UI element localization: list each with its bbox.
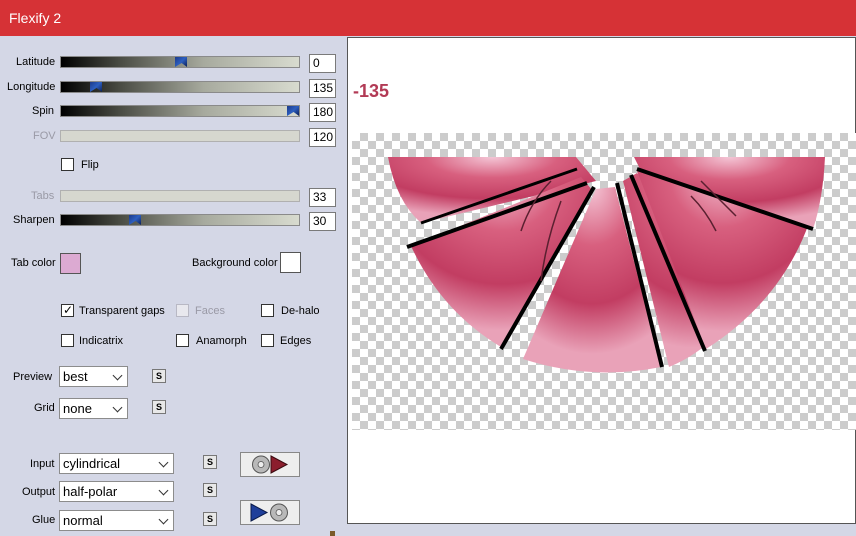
- latitude-label: Latitude: [16, 56, 56, 68]
- indicatrix-label: Indicatrix: [79, 335, 124, 347]
- latitude-slider-thumb[interactable]: [175, 57, 187, 67]
- sharpen-slider[interactable]: [60, 214, 300, 226]
- link-icon[interactable]: S: [203, 512, 217, 526]
- flip-checkbox[interactable]: [61, 158, 74, 171]
- transparent-gaps-checkbox[interactable]: ✓: [61, 303, 74, 317]
- output-select[interactable]: half-polar: [59, 481, 174, 502]
- link-icon[interactable]: S: [203, 455, 217, 469]
- tab-color-label: Tab color: [11, 257, 56, 269]
- tabs-slider: [60, 190, 300, 202]
- background-color-label: Background color: [192, 257, 278, 269]
- link-icon[interactable]: S: [152, 369, 166, 383]
- glue-select[interactable]: normal: [59, 510, 174, 531]
- grid-select[interactable]: none: [59, 398, 128, 419]
- input-label: Input: [30, 458, 55, 470]
- flip-label: Flip: [81, 159, 99, 171]
- tabs-label: Tabs: [31, 190, 55, 202]
- checkmark-icon: ✓: [63, 303, 74, 317]
- longitude-slider-thumb[interactable]: [90, 82, 102, 92]
- spin-slider[interactable]: [60, 105, 300, 117]
- preview-panel[interactable]: -135: [347, 37, 856, 524]
- preview-select[interactable]: best: [59, 366, 128, 387]
- background-color-swatch[interactable]: [280, 252, 301, 273]
- longitude-label: Longitude: [7, 81, 56, 93]
- preview-image: [388, 157, 825, 373]
- input-select[interactable]: cylindrical: [59, 453, 174, 474]
- anamorph-checkbox[interactable]: [176, 334, 189, 347]
- spin-value-field[interactable]: 180: [309, 103, 336, 122]
- chevron-down-icon: [112, 402, 123, 413]
- tab-color-swatch[interactable]: [60, 253, 81, 274]
- faces-checkbox: [176, 304, 189, 317]
- glue-label: Glue: [32, 514, 56, 526]
- glue-select-value: normal: [63, 513, 103, 528]
- input-select-value: cylindrical: [63, 456, 121, 471]
- fov-label: FOV: [33, 130, 56, 142]
- chevron-down-icon: [158, 485, 169, 496]
- chevron-down-icon: [112, 370, 123, 381]
- de-halo-label: De-halo: [281, 305, 320, 317]
- chevron-down-icon: [158, 514, 169, 525]
- edges-label: Edges: [280, 335, 312, 347]
- output-preset-button[interactable]: [240, 500, 300, 525]
- grid-select-value: none: [63, 401, 92, 416]
- latitude-value-field[interactable]: 0: [309, 54, 336, 73]
- transparency-checkerboard: [352, 133, 856, 430]
- preview-select-value: best: [63, 369, 88, 384]
- tabs-value-field[interactable]: 33: [309, 188, 336, 207]
- disc-play-icon: [252, 455, 289, 474]
- sharpen-label: Sharpen: [13, 214, 55, 226]
- faces-label: Faces: [195, 305, 225, 317]
- sharpen-value-field[interactable]: 30: [309, 212, 336, 231]
- title-bar: Flexify 2: [0, 0, 856, 36]
- output-select-value: half-polar: [63, 484, 118, 499]
- play-disc-icon: [250, 503, 288, 522]
- latitude-slider[interactable]: [60, 56, 300, 68]
- spin-label: Spin: [32, 105, 55, 117]
- fov-value-field[interactable]: 120: [309, 128, 336, 147]
- fov-slider: [60, 130, 300, 142]
- indicatrix-checkbox[interactable]: [61, 334, 74, 347]
- anamorph-label: Anamorph: [196, 335, 247, 347]
- sharpen-slider-thumb[interactable]: [129, 215, 141, 225]
- de-halo-checkbox[interactable]: [261, 304, 274, 317]
- spin-slider-thumb[interactable]: [287, 106, 299, 116]
- output-label: Output: [22, 486, 56, 498]
- longitude-value-field[interactable]: 135: [309, 79, 336, 98]
- grid-label: Grid: [34, 402, 55, 414]
- preview-label: Preview: [13, 371, 53, 383]
- chevron-down-icon: [158, 457, 169, 468]
- window-title: Flexify 2: [9, 10, 62, 26]
- link-icon[interactable]: S: [152, 400, 166, 414]
- longitude-slider[interactable]: [60, 81, 300, 93]
- input-preset-button[interactable]: [240, 452, 300, 477]
- transparent-gaps-label: Transparent gaps: [79, 305, 165, 317]
- resize-grip-icon[interactable]: [330, 531, 335, 536]
- link-icon[interactable]: S: [203, 483, 217, 497]
- edges-checkbox[interactable]: [261, 334, 274, 347]
- angle-readout: -135: [353, 81, 390, 101]
